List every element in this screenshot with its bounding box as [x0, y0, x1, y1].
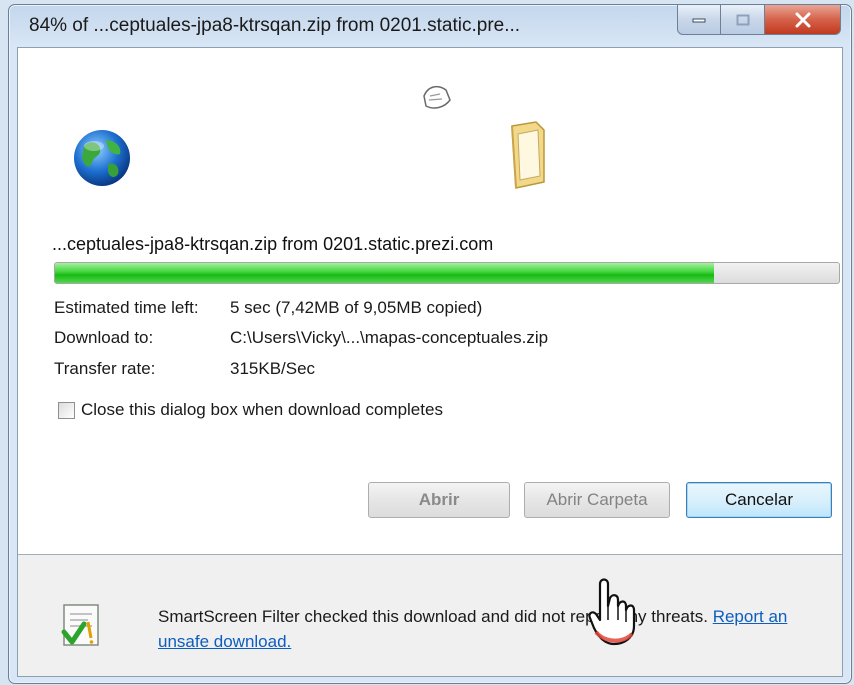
- smartscreen-message: SmartScreen Filter checked this download…: [158, 604, 818, 654]
- progress-fill: [55, 263, 714, 283]
- download-progress-bar: [54, 262, 840, 284]
- close-button[interactable]: [765, 5, 841, 35]
- estimated-time-value: 5 sec (7,42MB of 9,05MB copied): [230, 298, 483, 317]
- close-on-complete-checkbox[interactable]: [58, 401, 75, 419]
- minimize-button[interactable]: [677, 5, 721, 35]
- maximize-icon: [736, 14, 749, 25]
- open-folder-button[interactable]: Abrir Carpeta: [524, 482, 670, 518]
- hand-cursor-icon: [588, 578, 636, 646]
- transfer-rate-value: 315KB/Sec: [230, 359, 316, 378]
- estimated-time-label: Estimated time left:: [54, 298, 199, 317]
- shield-check-icon: [61, 604, 99, 646]
- download-to-label: Download to:: [54, 328, 154, 347]
- window-controls: [677, 5, 841, 37]
- open-button[interactable]: Abrir: [368, 482, 510, 518]
- globe-icon: [74, 130, 130, 186]
- close-icon: [795, 12, 810, 27]
- close-on-complete-label[interactable]: Close this dialog box when download comp…: [81, 400, 443, 420]
- title-bar[interactable]: 84% of ...ceptuales-jpa8-ktrsqan.zip fro…: [9, 5, 851, 47]
- minimize-icon: [692, 18, 706, 22]
- folder-icon: [511, 121, 545, 189]
- window-title: 84% of ...ceptuales-jpa8-ktrsqan.zip fro…: [29, 15, 521, 36]
- download-to-value: C:\Users\Vicky\...\mapas-conceptuales.zi…: [230, 328, 549, 347]
- maximize-button[interactable]: [721, 5, 765, 35]
- close-on-complete-option[interactable]: Close this dialog box when download comp…: [58, 400, 443, 420]
- download-dialog: 84% of ...ceptuales-jpa8-ktrsqan.zip fro…: [8, 4, 852, 684]
- cancel-button[interactable]: Cancelar: [686, 482, 832, 518]
- transfer-rate-label: Transfer rate:: [54, 359, 156, 378]
- paper-icon: [423, 85, 451, 109]
- download-filename: ...ceptuales-jpa8-ktrsqan.zip from 0201.…: [52, 234, 494, 254]
- dialog-body: ...ceptuales-jpa8-ktrsqan.zip from 0201.…: [17, 47, 843, 677]
